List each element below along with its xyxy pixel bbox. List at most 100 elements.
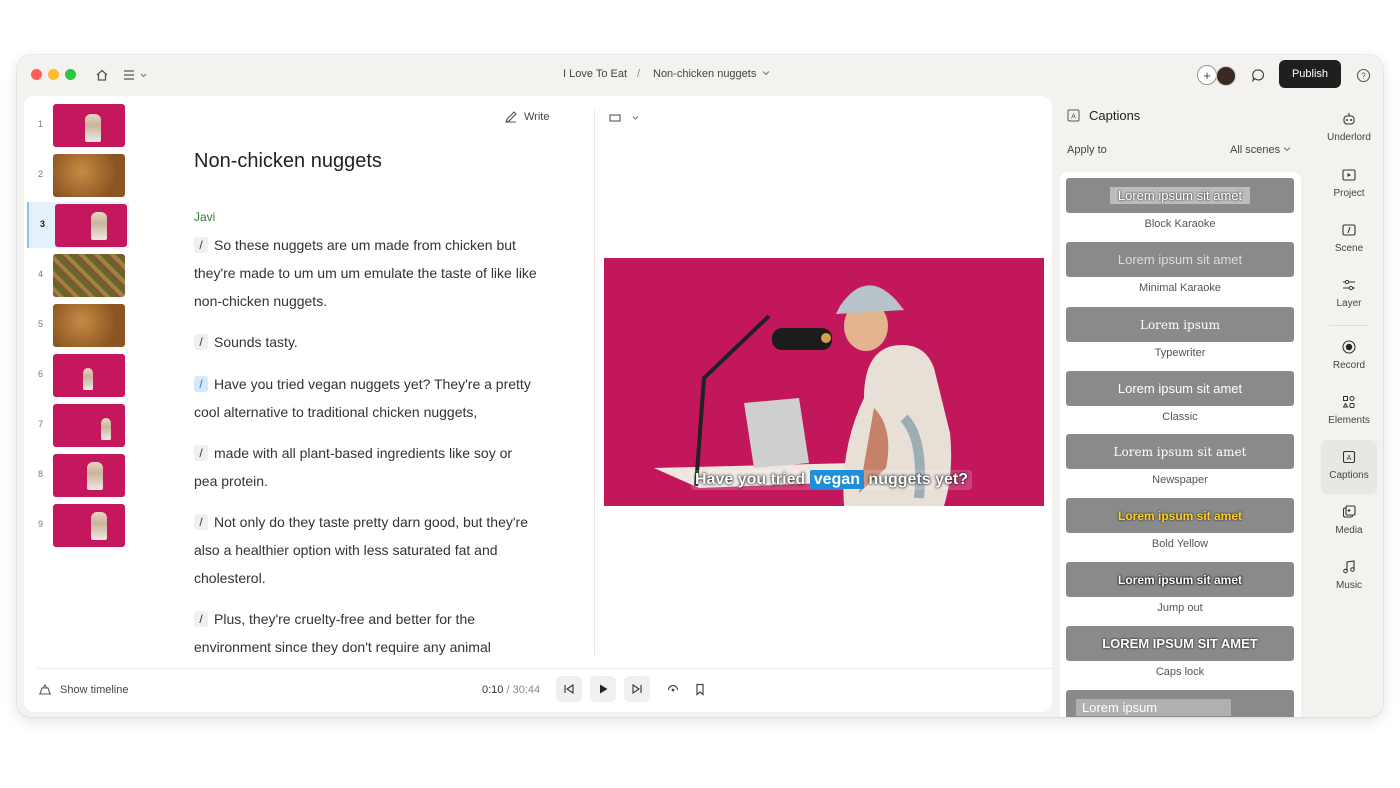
- paragraph-text: Have you tried vegan nuggets yet? They'r…: [194, 376, 531, 420]
- scene-item[interactable]: 4: [27, 252, 127, 298]
- rail-media[interactable]: Media: [1321, 504, 1377, 536]
- bookmark-button[interactable]: [687, 676, 713, 702]
- avatar[interactable]: [1216, 66, 1236, 86]
- caption-style-name: Minimal Karaoke: [1139, 282, 1221, 294]
- media-icon: [1321, 504, 1377, 522]
- caption-style-item[interactable]: Lorem ipsum sit amet Classic: [1066, 371, 1294, 423]
- scene-number: 1: [38, 119, 44, 129]
- caption-style-preview: Lorem ipsum sit amet: [1066, 371, 1294, 406]
- caption-style-preview: Lorem ipsum sit amet: [1066, 562, 1294, 597]
- scene-number: 4: [38, 269, 44, 279]
- title-bar: I Love To Eat / Non-chicken nuggets + Pu…: [17, 55, 1383, 95]
- playback-time: 0:10 / 30:44: [482, 684, 540, 696]
- skip-forward-button[interactable]: [624, 676, 650, 702]
- scene-break-marker[interactable]: /: [194, 514, 208, 530]
- write-button[interactable]: Write: [504, 110, 549, 124]
- scene-item[interactable]: 8: [27, 452, 127, 498]
- skip-back-button[interactable]: [556, 676, 582, 702]
- timeline-icon: [39, 684, 51, 695]
- caption-style-item[interactable]: Lorem ipsum sit amet Bold Yellow: [1066, 498, 1294, 550]
- caption-style-item[interactable]: Lorem ipsum Typewriter: [1066, 307, 1294, 359]
- paragraph-text: So these nuggets are um made from chicke…: [194, 237, 537, 309]
- rail-label: Underlord: [1327, 132, 1371, 143]
- maximize-window-button[interactable]: [65, 69, 76, 80]
- scene-item[interactable]: 5: [27, 302, 127, 348]
- script-paragraph[interactable]: / So these nuggets are um made from chick…: [194, 231, 539, 315]
- breadcrumb-separator: /: [637, 68, 641, 80]
- caption-style-item[interactable]: Lorem ipsum sit amet Minimal Karaoke: [1066, 242, 1294, 294]
- scene-item[interactable]: 7: [27, 402, 127, 448]
- scene-break-marker[interactable]: /: [194, 334, 208, 350]
- elements-icon: [1321, 394, 1377, 412]
- caption-style-item[interactable]: LOREM IPSUM SIT AMET Caps lock: [1066, 626, 1294, 678]
- rail-record[interactable]: Record: [1321, 339, 1377, 371]
- caption-style-preview: Lorem ipsum sit amet: [1066, 242, 1294, 277]
- caption-style-item[interactable]: Lorem ipsum sit amet Jump out: [1066, 562, 1294, 614]
- page-title[interactable]: Non-chicken nuggets: [194, 150, 382, 173]
- caption-style-name: Bold Yellow: [1151, 538, 1209, 550]
- scene-break-marker[interactable]: /: [194, 376, 208, 392]
- paragraph-text: Not only do they taste pretty darn good,…: [194, 514, 528, 586]
- script-paragraph-active[interactable]: / Have you tried vegan nuggets yet? They'…: [194, 370, 539, 426]
- apply-to-label: Apply to: [1067, 144, 1107, 156]
- rail-underlord[interactable]: Underlord: [1321, 111, 1377, 143]
- rail-layer[interactable]: Layer: [1321, 277, 1377, 309]
- script-paragraph[interactable]: / Plus, they're cruelty-free and better f…: [194, 605, 539, 661]
- scene-number: 6: [38, 369, 44, 379]
- home-icon[interactable]: [93, 66, 111, 84]
- add-collaborator-button[interactable]: +: [1197, 65, 1217, 85]
- rail-project[interactable]: Project: [1321, 167, 1377, 199]
- preview-text: Lorem ipsum sit amet: [1117, 252, 1243, 267]
- close-window-button[interactable]: [31, 69, 42, 80]
- breadcrumb-project[interactable]: I Love To Eat: [563, 68, 627, 80]
- svg-text:A: A: [1071, 114, 1076, 121]
- preview-text: Lorem ipsum sit amet: [1117, 508, 1243, 523]
- scene-item-active[interactable]: 3: [27, 202, 129, 248]
- speaker-label[interactable]: Javi: [194, 210, 215, 224]
- rail-music[interactable]: Music: [1321, 559, 1377, 591]
- preview-text: Lorem ipsum sit amet: [1117, 381, 1243, 396]
- scene-break-marker[interactable]: /: [194, 445, 208, 461]
- scene-break-marker[interactable]: /: [194, 237, 208, 253]
- aspect-ratio-dropdown[interactable]: [609, 111, 645, 129]
- play-button[interactable]: [590, 676, 616, 702]
- scene-item[interactable]: 9: [27, 502, 127, 548]
- menu-icon[interactable]: [121, 66, 151, 84]
- script-paragraph[interactable]: / Not only do they taste pretty darn good…: [194, 508, 539, 592]
- video-preview[interactable]: Have you tried vegan nuggets yet?: [604, 258, 1044, 506]
- caption-style-name: Typewriter: [1154, 347, 1206, 359]
- chevron-down-icon[interactable]: [762, 68, 770, 80]
- rail-captions[interactable]: A Captions: [1321, 440, 1377, 494]
- publish-button[interactable]: Publish: [1279, 60, 1341, 88]
- script-paragraph[interactable]: / made with all plant-based ingredients l…: [194, 439, 539, 495]
- show-timeline-button[interactable]: Show timeline: [38, 684, 128, 696]
- help-icon[interactable]: ?: [1354, 66, 1372, 84]
- comment-icon[interactable]: [1249, 66, 1267, 84]
- minimize-window-button[interactable]: [48, 69, 59, 80]
- scene-break-marker[interactable]: /: [194, 611, 208, 627]
- time-separator: /: [503, 684, 513, 696]
- scene-item[interactable]: 1: [27, 102, 127, 148]
- script-paragraph[interactable]: / Sounds tasty.: [194, 328, 539, 356]
- caption-style-item[interactable]: Lorem ipsum sit amet Block Karaoke: [1066, 178, 1294, 230]
- bookmark-icon: [696, 683, 704, 696]
- breadcrumb-page[interactable]: Non-chicken nuggets: [653, 68, 756, 80]
- scene-item[interactable]: 2: [27, 152, 127, 198]
- rail-scene[interactable]: Scene: [1321, 222, 1377, 254]
- scene-thumbnail: [53, 104, 125, 147]
- rail-label: Captions: [1329, 470, 1369, 481]
- rail-label: Media: [1335, 525, 1363, 536]
- caption-style-item[interactable]: Lorem ipsum: [1066, 690, 1294, 717]
- caption-style-preview: Lorem ipsum sit amet: [1066, 434, 1294, 469]
- video-caption-overlay: Have you tried vegan nuggets yet?: [691, 470, 972, 490]
- scene-number: 5: [38, 319, 44, 329]
- loop-button[interactable]: [660, 676, 686, 702]
- rail-elements[interactable]: Elements: [1321, 394, 1377, 426]
- scope-dropdown[interactable]: All scenes: [1230, 144, 1291, 156]
- caption-style-item[interactable]: Lorem ipsum sit amet Newspaper: [1066, 434, 1294, 486]
- scope-value: All scenes: [1230, 144, 1281, 156]
- caption-text-before: Have you tried: [695, 471, 806, 488]
- scene-thumbnail: [53, 354, 125, 397]
- show-timeline-label: Show timeline: [60, 684, 129, 696]
- scene-item[interactable]: 6: [27, 352, 127, 398]
